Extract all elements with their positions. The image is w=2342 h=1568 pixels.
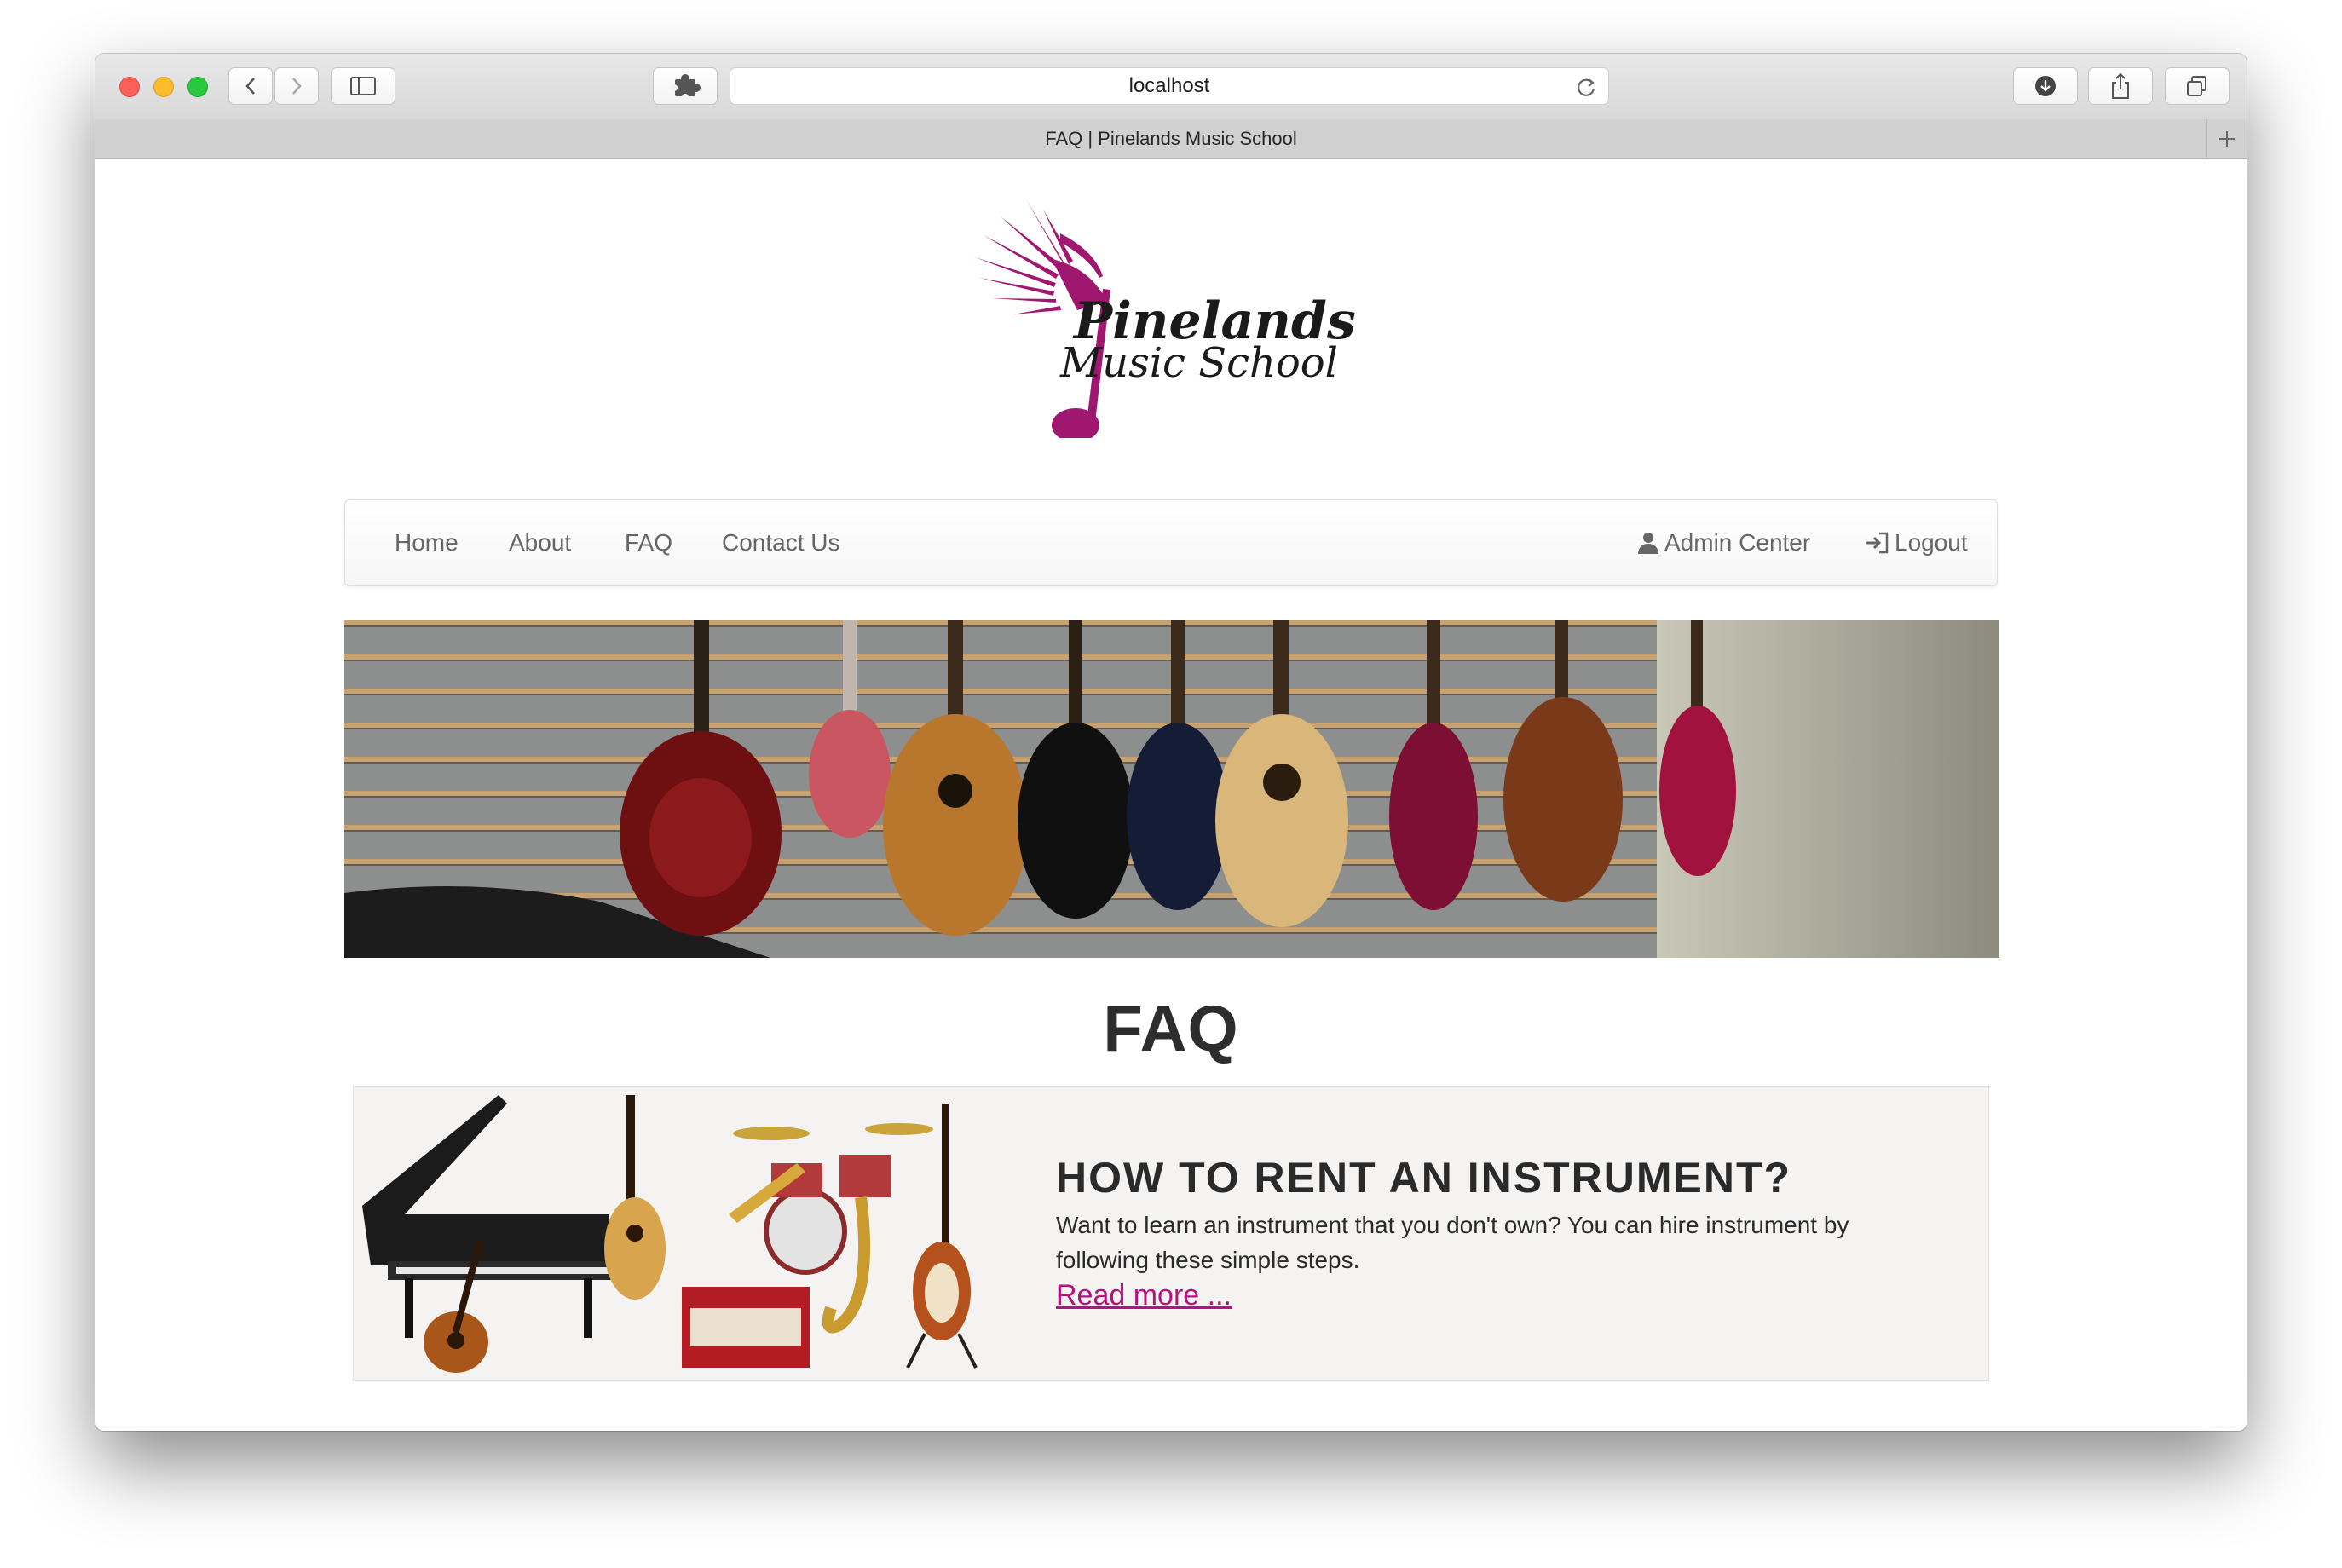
sidebar-icon bbox=[350, 77, 376, 95]
extension-button[interactable] bbox=[653, 67, 718, 105]
browser-window: localhost FAQ | Pinelands Music School P… bbox=[95, 54, 2247, 1431]
read-more-link[interactable]: Read more ... bbox=[1056, 1279, 1232, 1312]
faq-card-title: HOW TO RENT AN INSTRUMENT? bbox=[1056, 1154, 1792, 1202]
plus-icon bbox=[2219, 130, 2235, 147]
share-icon bbox=[2112, 72, 2129, 99]
tab-bar: FAQ | Pinelands Music School bbox=[95, 119, 2247, 159]
forward-button[interactable] bbox=[274, 67, 319, 105]
reload-icon[interactable] bbox=[1574, 75, 1598, 99]
page-content: Pinelands Music School Home About FAQ Co… bbox=[95, 159, 2247, 1431]
faq-card: HOW TO RENT AN INSTRUMENT? Want to learn… bbox=[353, 1086, 1989, 1381]
tabs-overview-button[interactable] bbox=[2165, 67, 2230, 105]
nav-about[interactable]: About bbox=[509, 500, 571, 585]
nav-home[interactable]: Home bbox=[395, 500, 459, 585]
close-window-button[interactable] bbox=[119, 77, 140, 97]
nav-admin-center[interactable]: Admin Center bbox=[1637, 500, 1810, 585]
download-icon bbox=[2035, 76, 2056, 96]
minimize-window-button[interactable] bbox=[153, 77, 174, 97]
new-tab-button[interactable] bbox=[2206, 119, 2247, 158]
instruments-image bbox=[354, 1087, 1010, 1380]
zoom-window-button[interactable] bbox=[187, 77, 208, 97]
tabs-icon bbox=[2187, 76, 2206, 96]
puzzle-icon bbox=[671, 74, 701, 101]
faq-card-body: Want to learn an instrument that you don… bbox=[1056, 1212, 1849, 1273]
browser-toolbar: localhost bbox=[95, 54, 2247, 120]
tab-title[interactable]: FAQ | Pinelands Music School bbox=[1045, 128, 1297, 150]
main-navbar: Home About FAQ Contact Us Admin Center L… bbox=[344, 499, 1998, 586]
nav-contact-us[interactable]: Contact Us bbox=[722, 500, 840, 585]
login-icon bbox=[1866, 532, 1889, 554]
hero-guitars-image bbox=[344, 620, 1999, 958]
address-bar[interactable]: localhost bbox=[730, 67, 1609, 105]
chevron-left-icon bbox=[245, 78, 255, 95]
back-button[interactable] bbox=[228, 67, 273, 105]
logo-line-2: Music School bbox=[1060, 339, 1339, 387]
url-text: localhost bbox=[1128, 74, 1210, 97]
nav-faq[interactable]: FAQ bbox=[625, 500, 672, 585]
page-title: FAQ bbox=[1103, 993, 1239, 1065]
user-icon bbox=[1638, 533, 1658, 554]
downloads-button[interactable] bbox=[2013, 67, 2078, 105]
chevron-right-icon bbox=[292, 78, 302, 95]
admin-center-label: Admin Center bbox=[1664, 529, 1811, 556]
share-button[interactable] bbox=[2088, 67, 2153, 105]
logout-label: Logout bbox=[1895, 529, 1968, 556]
sidebar-toggle-button[interactable] bbox=[331, 67, 395, 105]
nav-logout[interactable]: Logout bbox=[1864, 500, 1968, 585]
